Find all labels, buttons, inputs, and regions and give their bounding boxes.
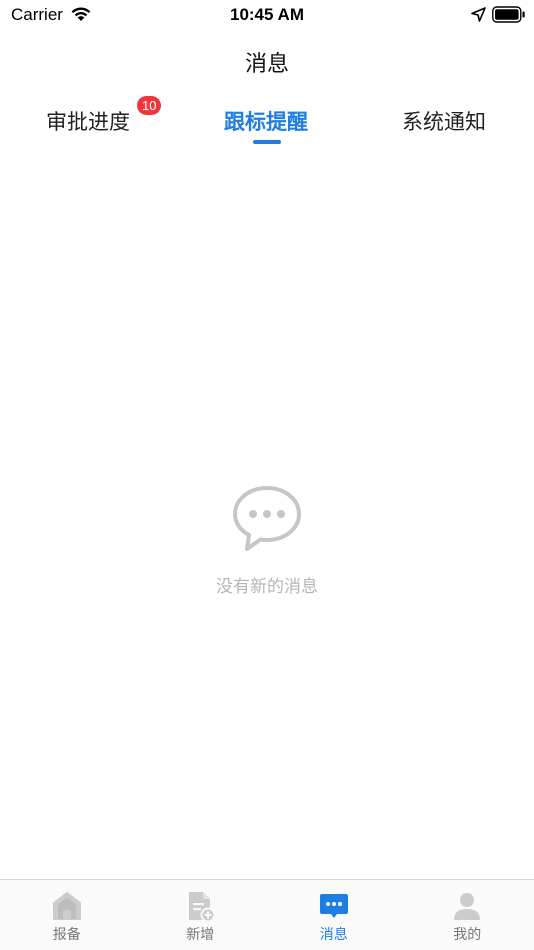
tabbar-item-report[interactable]: 报备	[0, 880, 134, 950]
tab-bid-reminder[interactable]: 跟标提醒	[224, 106, 308, 136]
tab-label: 跟标提醒	[224, 110, 308, 134]
active-tab-indicator	[253, 140, 281, 144]
empty-state-text: 没有新的消息	[216, 577, 318, 597]
clock-time: 10:45 AM	[229, 5, 304, 24]
tabbar-label: 新增	[186, 927, 215, 943]
tabbar-label: 我的	[453, 927, 482, 943]
tabbar-item-mine[interactable]: 我的	[401, 880, 534, 950]
tabbar-label: 报备	[52, 927, 81, 943]
user-icon	[454, 893, 481, 920]
bottom-tab-bar: 报备 新增 消息 我的	[0, 879, 534, 950]
page-title: 消息	[244, 52, 289, 77]
location-arrow-icon	[471, 7, 486, 22]
tabbar-item-add[interactable]: 新增	[134, 880, 268, 950]
tab-system-notice[interactable]: 系统通知	[402, 106, 486, 136]
messages-screen: Carrier 10:45 AM 消息 审批进度 10 跟标提醒 系统通知 没有…	[0, 0, 534, 950]
status-bar: Carrier 10:45 AM	[0, 0, 534, 30]
document-add-icon	[189, 892, 216, 922]
tab-label: 审批进度	[46, 110, 130, 134]
battery-icon	[492, 6, 525, 23]
message-icon	[319, 894, 348, 918]
tab-approval-progress[interactable]: 审批进度	[46, 106, 130, 136]
tab-label: 系统通知	[402, 110, 486, 134]
tabbar-item-messages[interactable]: 消息	[267, 880, 401, 950]
message-tabs: 审批进度 10 跟标提醒 系统通知	[0, 96, 534, 150]
home-icon	[52, 892, 81, 920]
unread-count-badge: 10	[137, 96, 162, 115]
chat-bubble-icon	[233, 486, 301, 551]
tabbar-label: 消息	[319, 927, 348, 943]
